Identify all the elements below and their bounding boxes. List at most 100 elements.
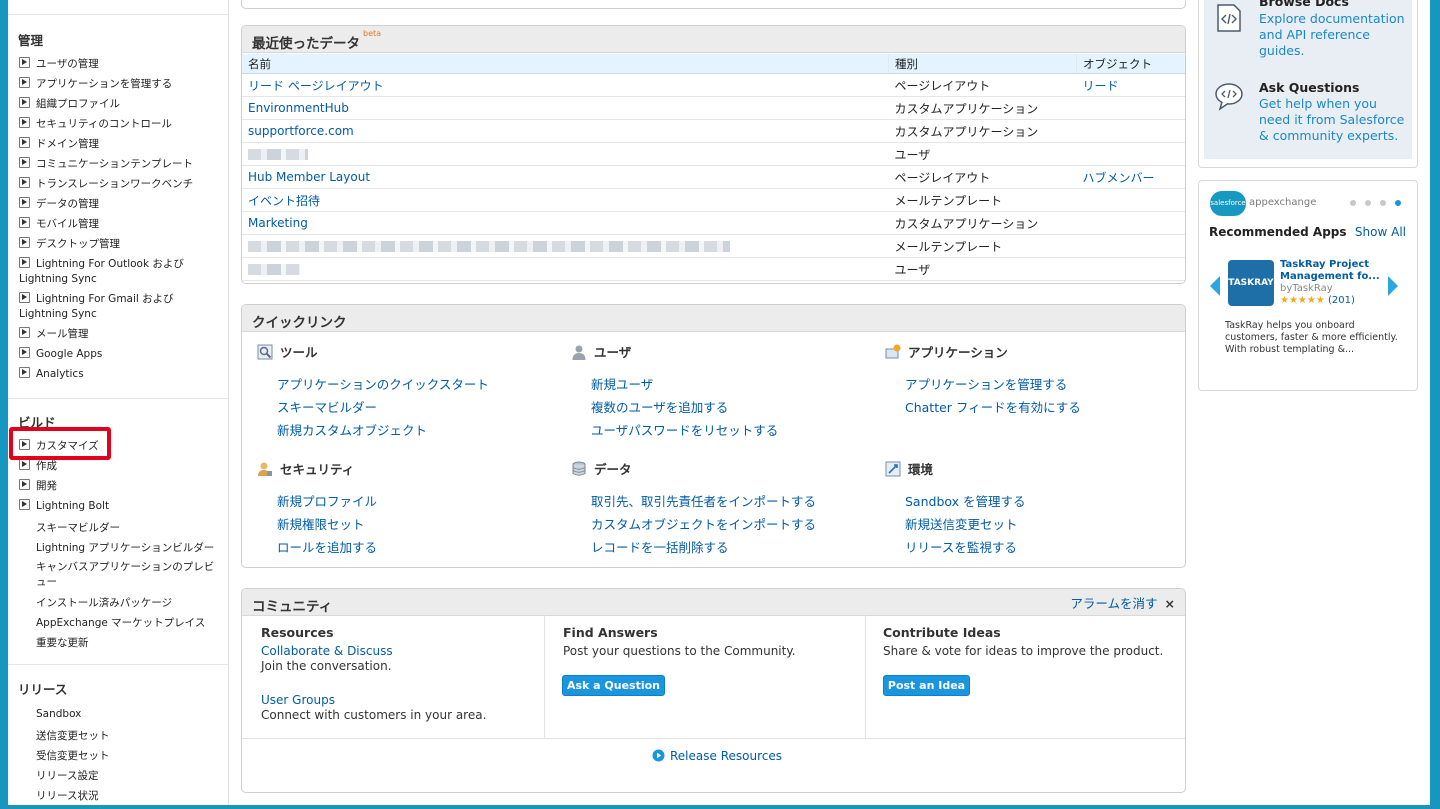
review-count[interactable]: (201) — [1328, 295, 1355, 306]
sidebar-link-schema-builder[interactable]: スキーマビルダー — [36, 520, 120, 535]
sidebar-link-lightning-app-builder[interactable]: Lightning アプリケーションビルダー — [36, 540, 214, 555]
collaborate-discuss-link[interactable]: Collaborate & Discuss — [261, 644, 393, 658]
sidebar-item-data[interactable]: データの管理 — [19, 197, 224, 212]
record-link[interactable]: Hub Member Layout — [242, 165, 889, 189]
ql-link-new-custom-object[interactable]: 新規カスタムオブジェクト — [277, 420, 427, 439]
sidebar-item-org-profile[interactable]: 組織プロファイル — [19, 97, 224, 112]
column-header-name[interactable]: 名前 — [242, 54, 889, 74]
record-link[interactable]: EnvironmentHub — [242, 96, 889, 120]
ql-link-manage-apps[interactable]: アプリケーションを管理する — [905, 374, 1067, 393]
find-answers-description: Post your questions to the Community. — [563, 644, 796, 658]
post-idea-button[interactable]: Post an Idea — [883, 675, 970, 696]
sidebar-item-security[interactable]: セキュリティのコントロール — [19, 117, 224, 132]
tools-icon — [257, 344, 273, 360]
sidebar-link-deploy-status[interactable]: リリース状況 — [36, 788, 98, 803]
sidebar-item-translation[interactable]: トランスレーションワークベンチ — [19, 177, 224, 192]
rating-stars: ★★★★★ — [1280, 295, 1325, 306]
record-link-redacted[interactable] — [242, 234, 889, 258]
sidebar-link-outbound-changesets[interactable]: 送信変更セット — [36, 728, 110, 743]
app-name-link[interactable]: TaskRay Project Management fo... — [1280, 259, 1380, 283]
sidebar-item-develop[interactable]: 開発 — [19, 479, 224, 494]
column-header-type[interactable]: 種別 — [888, 54, 1077, 74]
sidebar-item-comm-templates[interactable]: コミュニケーションテンプレート — [19, 157, 224, 172]
close-icon[interactable]: × — [1165, 596, 1175, 611]
help-resources-box: Browse Docs Explore documentation and AP… — [1198, 0, 1418, 168]
quicklinks-data-header: データ — [571, 459, 632, 478]
quick-links-title: クイックリンク — [242, 305, 1185, 332]
carousel-dot-active[interactable] — [1395, 200, 1401, 206]
sidebar-link-deploy-settings[interactable]: リリース設定 — [36, 768, 98, 783]
sidebar-link-sandbox[interactable]: Sandbox — [36, 708, 81, 720]
ql-link-enable-chatter[interactable]: Chatter フィードを有効にする — [905, 397, 1081, 416]
record-type: ページレイアウト — [888, 165, 1077, 189]
ask-questions-link[interactable]: Get help when you need it from Salesforc… — [1259, 96, 1409, 144]
sidebar-item-create[interactable]: 作成 — [19, 459, 224, 474]
carousel-dot[interactable] — [1365, 200, 1371, 206]
sidebar-item-outlook[interactable]: Lightning For Outlook および Lightning Sync — [19, 257, 224, 287]
ql-link-schema-builder[interactable]: スキーマビルダー — [277, 397, 377, 416]
sidebar-item-google-apps[interactable]: Google Apps — [19, 347, 224, 362]
ql-link-import-custom-objects[interactable]: カスタムオブジェクトをインポートする — [591, 514, 816, 533]
release-resources-link[interactable]: Release Resources — [652, 749, 782, 763]
ql-link-reset-password[interactable]: ユーザパスワードをリセットする — [591, 420, 778, 439]
browse-docs-link[interactable]: Explore documentation and API reference … — [1259, 11, 1409, 59]
carousel-dot[interactable] — [1350, 200, 1356, 206]
ql-link-new-outbound-changeset[interactable]: 新規送信変更セット — [905, 514, 1018, 533]
beta-badge: beta — [363, 29, 382, 38]
ql-link-import-accounts[interactable]: 取引先、取引先責任者をインポートする — [591, 491, 816, 510]
sidebar-item-users[interactable]: ユーザの管理 — [19, 57, 224, 72]
sidebar-item-gmail[interactable]: Lightning For Gmail および Lightning Sync — [19, 292, 224, 322]
ql-link-new-user[interactable]: 新規ユーザ — [591, 374, 653, 393]
sidebar-link-inbound-changesets[interactable]: 受信変更セット — [36, 748, 110, 763]
record-link[interactable]: イベント招待 — [242, 188, 889, 212]
record-object[interactable]: リード — [1076, 73, 1185, 97]
sidebar-item-mobile[interactable]: モバイル管理 — [19, 217, 224, 232]
expand-arrow-icon — [19, 459, 30, 470]
recommended-apps-heading: Recommended Apps — [1209, 225, 1347, 239]
show-all-link[interactable]: Show All — [1355, 225, 1406, 239]
ql-link-add-role[interactable]: ロールを追加する — [277, 537, 377, 556]
ql-link-mass-delete[interactable]: レコードを一括削除する — [591, 537, 729, 556]
record-type: カスタムアプリケーション — [888, 119, 1077, 143]
record-link-redacted[interactable] — [242, 257, 889, 281]
ql-link-new-permission-set[interactable]: 新規権限セット — [277, 514, 365, 533]
ql-link-app-quickstart[interactable]: アプリケーションのクイックスタート — [277, 374, 489, 393]
record-link[interactable]: リード ページレイアウト — [242, 73, 889, 97]
expand-arrow-icon — [19, 367, 30, 378]
column-header-object[interactable]: オブジェクト — [1076, 54, 1185, 74]
carousel-dot[interactable] — [1380, 200, 1386, 206]
redacted-text — [248, 241, 730, 252]
sidebar-item-analytics[interactable]: Analytics — [19, 367, 224, 382]
expand-arrow-icon — [19, 257, 30, 268]
user-groups-link[interactable]: User Groups — [261, 693, 335, 707]
carousel-prev-icon[interactable] — [1209, 275, 1221, 297]
sidebar-item-domain[interactable]: ドメイン管理 — [19, 137, 224, 152]
ql-link-monitor-deployments[interactable]: リリースを監視する — [905, 537, 1017, 556]
app-icon — [885, 344, 901, 359]
expand-arrow-icon — [19, 479, 30, 490]
dismiss-alarm-link[interactable]: アラームを消す × — [1070, 593, 1175, 612]
expand-arrow-icon — [19, 197, 30, 208]
record-object — [1076, 257, 1185, 281]
record-object[interactable]: ハブメンバー — [1076, 165, 1185, 189]
record-type: ユーザ — [888, 257, 1077, 281]
ask-question-button[interactable]: Ask a Question — [562, 675, 665, 696]
sidebar-item-lightning-bolt[interactable]: Lightning Bolt — [19, 499, 224, 514]
ql-link-add-multiple-users[interactable]: 複数のユーザを追加する — [591, 397, 728, 416]
record-link[interactable]: Marketing — [242, 211, 889, 235]
ql-link-new-profile[interactable]: 新規プロファイル — [277, 491, 377, 510]
record-link-redacted[interactable] — [242, 142, 889, 166]
record-link[interactable]: supportforce.com — [242, 119, 889, 143]
environment-icon — [885, 461, 901, 477]
sidebar-item-email[interactable]: メール管理 — [19, 327, 224, 342]
sidebar-link-installed-packages[interactable]: インストール済みパッケージ — [36, 595, 172, 610]
carousel-next-icon[interactable] — [1387, 275, 1399, 297]
sidebar-link-appexchange[interactable]: AppExchange マーケットプレイス — [36, 615, 205, 630]
table-row: ユーザ — [242, 257, 1185, 281]
taskray-app-logo[interactable]: TASKRAY — [1228, 260, 1274, 306]
sidebar-link-canvas-preview[interactable]: キャンバスアプリケーションのプレビュー — [36, 560, 221, 590]
sidebar-link-critical-updates[interactable]: 重要な更新 — [36, 635, 89, 650]
ql-link-manage-sandbox[interactable]: Sandbox を管理する — [905, 491, 1026, 510]
sidebar-item-apps[interactable]: アプリケーションを管理する — [19, 77, 224, 92]
sidebar-item-desktop[interactable]: デスクトップ管理 — [19, 237, 224, 252]
